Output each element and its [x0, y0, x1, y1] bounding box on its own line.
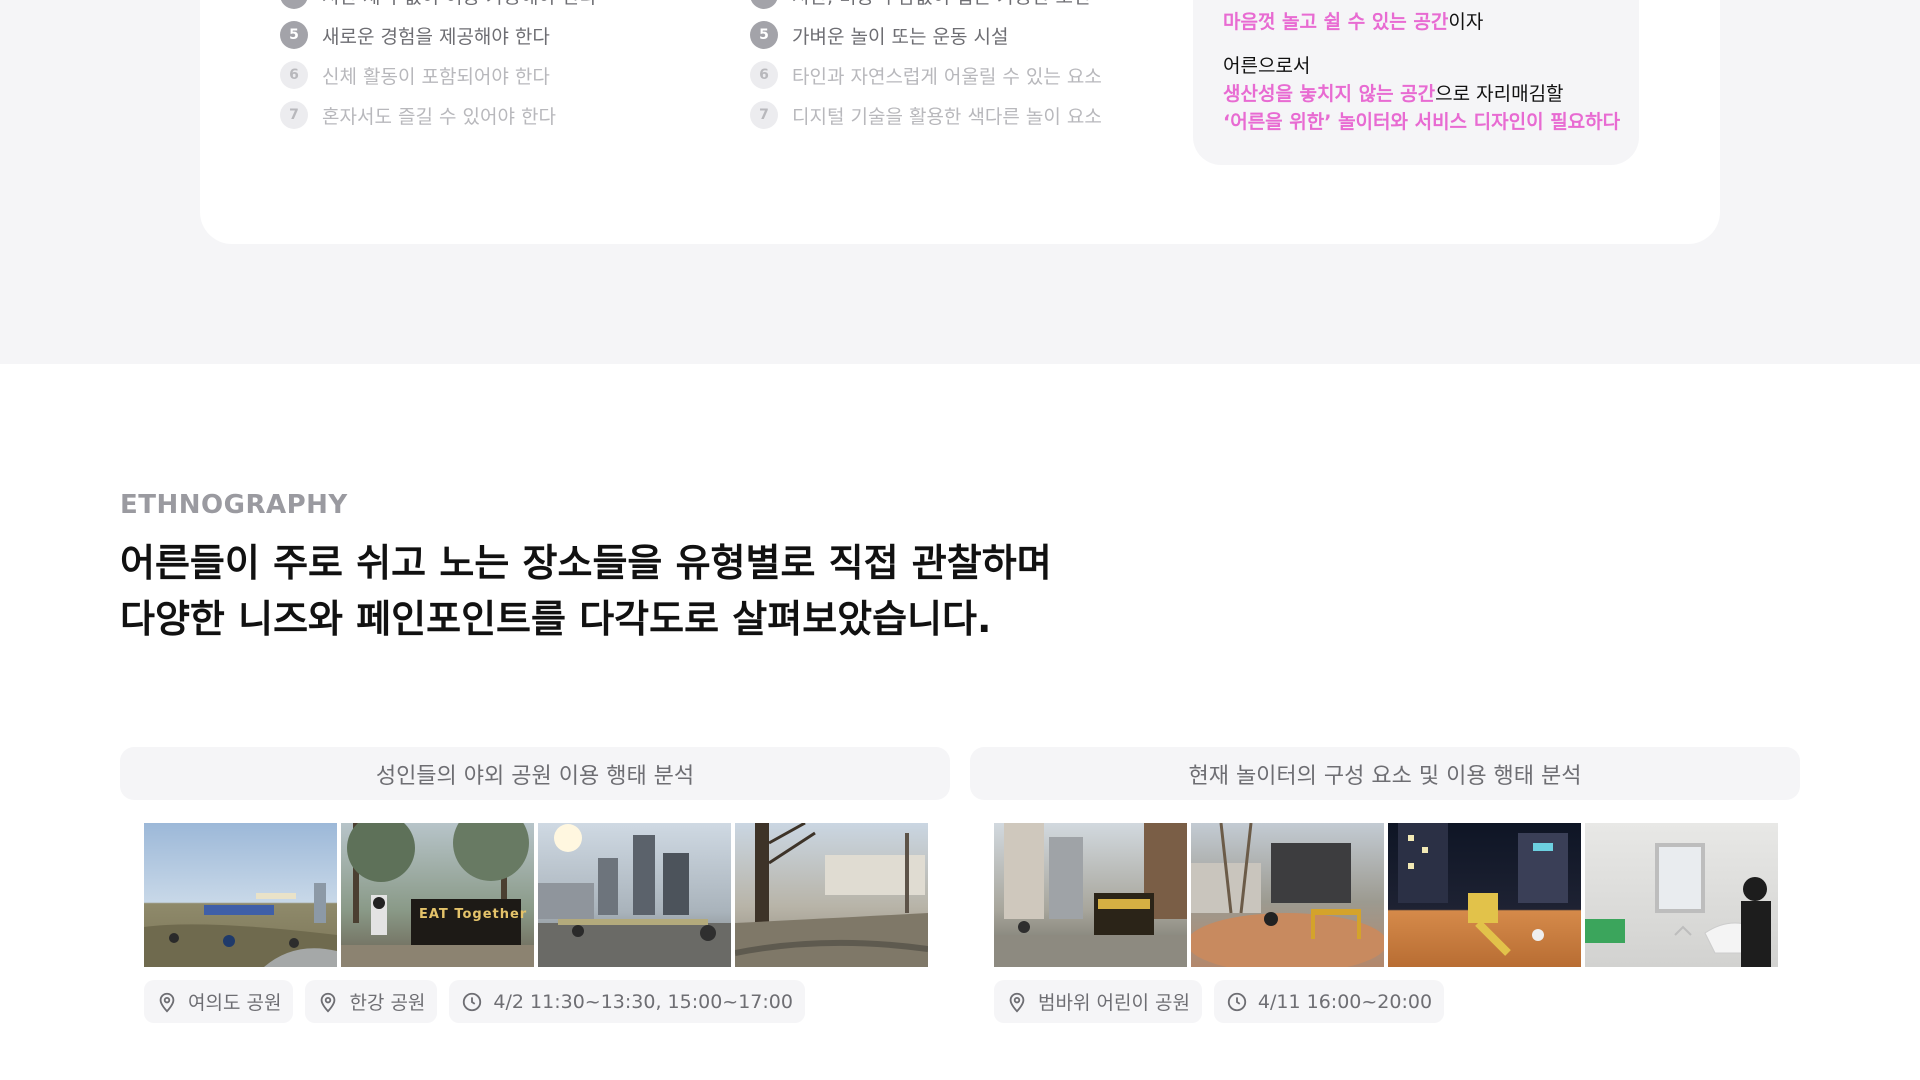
criteria-list-left: 4 시간 제약 없이 이용 가능해야 한다 5 새로운 경험을 제공해야 한다 … — [280, 0, 597, 135]
park-photo-2: EAT Together — [341, 823, 534, 967]
park-photo-4 — [735, 823, 928, 967]
list-text: 가벼운 놀이 또는 운동 시설 — [792, 25, 1009, 48]
summary-highlight: 생산성을 놓치지 않는 공간 — [1223, 83, 1436, 105]
criteria-card: 4 시간 제약 없이 이용 가능해야 한다 5 새로운 경험을 제공해야 한다 … — [200, 0, 1720, 244]
list-text: 타인과 자연스럽게 어울릴 수 있는 요소 — [792, 65, 1102, 88]
clock-icon — [463, 992, 482, 1011]
list-item: 6 신체 활동이 포함되어야 한다 — [280, 55, 597, 95]
summary-text: 으로 자리매김할 — [1435, 83, 1564, 105]
list-number: 7 — [750, 101, 778, 129]
tag-label: 한강 공원 — [349, 992, 426, 1014]
clock-icon — [1227, 992, 1247, 1011]
list-text: 새로운 경험을 제공해야 한다 — [322, 25, 550, 48]
list-text: 디지털 기술을 활용한 색다른 놀이 요소 — [792, 105, 1102, 128]
park-photo-3 — [538, 823, 731, 967]
summary-line-2: 어른으로서 — [1223, 55, 1311, 77]
summary-text: 이자 — [1448, 11, 1484, 33]
headline-line-1: 어른들이 주로 쉬고 노는 장소들을 유형별로 직접 관찰하며 — [120, 541, 1052, 585]
panel-title: 성인들의 야외 공원 이용 행태 분석 — [120, 747, 950, 800]
list-number: 5 — [280, 21, 308, 49]
criteria-list-right: 4 시간, 비용 부담없이 접근 가능한 조건 5 가벼운 놀이 또는 운동 시… — [750, 0, 1102, 135]
headline-line-2: 다양한 니즈와 페인포인트를 다각도로 살펴보았습니다. — [120, 597, 992, 641]
tag-label: 4/2 11:30~13:30, 15:00~17:00 — [493, 990, 793, 1013]
tag-label: 4/11 16:00~20:00 — [1257, 990, 1433, 1013]
photo-strip: EAT Together — [144, 823, 928, 967]
playground-photo-4 — [1585, 823, 1778, 967]
section-eyebrow: ETHNOGRAPHY — [120, 490, 348, 520]
tag-row: 범바위 어린이 공원 4/11 16:00~20:00 — [994, 980, 1445, 1023]
tag-label: 여의도 공원 — [188, 992, 282, 1014]
time-tag: 4/2 11:30~13:30, 15:00~17:00 — [449, 980, 805, 1023]
park-photo-1 — [144, 823, 337, 967]
playground-photo-1 — [994, 823, 1187, 967]
criteria-section: 4 시간 제약 없이 이용 가능해야 한다 5 새로운 경험을 제공해야 한다 … — [0, 0, 1920, 364]
list-number: 7 — [280, 101, 308, 129]
location-tag: 범바위 어린이 공원 — [994, 980, 1202, 1023]
photo-sign-text: EAT Together — [419, 907, 528, 922]
location-pin-icon — [1009, 992, 1025, 1012]
list-item: 7 디지털 기술을 활용한 색다른 놀이 요소 — [750, 95, 1102, 135]
playground-photo-2 — [1191, 823, 1384, 967]
playground-photo-3 — [1388, 823, 1581, 967]
location-pin-icon — [321, 992, 336, 1012]
summary-line-1: 마음껏 놀고 쉴 수 있는 공간이자 — [1223, 8, 1483, 36]
panel-title: 현재 놀이터의 구성 요소 및 이용 행태 분석 — [970, 747, 1800, 800]
list-item: 7 혼자서도 즐길 수 있어야 한다 — [280, 95, 597, 135]
summary-line-3: 생산성을 놓치지 않는 공간으로 자리매김할 — [1223, 80, 1564, 108]
time-tag: 4/11 16:00~20:00 — [1213, 980, 1445, 1023]
tag-label: 범바위 어린이 공원 — [1038, 992, 1190, 1014]
park-analysis-panel: 성인들의 야외 공원 이용 행태 분석 EAT Together 여의도 공원 … — [120, 747, 950, 1023]
summary-box: 마음껏 놀고 쉴 수 있는 공간이자 어른으로서 생산성을 놓치지 않는 공간으… — [1193, 0, 1639, 165]
location-pin-icon — [159, 992, 175, 1012]
location-tag: 여의도 공원 — [144, 980, 294, 1023]
list-number: 5 — [750, 21, 778, 49]
list-item: 6 타인과 자연스럽게 어울릴 수 있는 요소 — [750, 55, 1102, 95]
list-text: 시간, 비용 부담없이 접근 가능한 조건 — [792, 0, 1090, 9]
summary-line-4: ‘어른을 위한’ 놀이터와 서비스 디자인이 필요하다 — [1223, 111, 1621, 133]
tag-row: 여의도 공원 한강 공원 4/2 11:30~13:30, 15:00~17:0… — [144, 980, 805, 1023]
summary-highlight: 마음껏 놀고 쉴 수 있는 공간 — [1223, 11, 1449, 33]
list-item: 5 새로운 경험을 제공해야 한다 — [280, 15, 597, 55]
list-item: 4 시간 제약 없이 이용 가능해야 한다 — [280, 0, 597, 15]
list-number: 4 — [750, 0, 778, 9]
location-tag: 한강 공원 — [305, 980, 438, 1023]
list-number: 6 — [280, 61, 308, 89]
list-text: 신체 활동이 포함되어야 한다 — [322, 65, 550, 88]
playground-analysis-panel: 현재 놀이터의 구성 요소 및 이용 행태 분석 범바위 어린이 공원 4/11… — [970, 747, 1800, 1023]
photo-strip — [994, 823, 1778, 967]
list-number: 4 — [280, 0, 308, 9]
list-item: 5 가벼운 놀이 또는 운동 시설 — [750, 15, 1102, 55]
section-headline: 어른들이 주로 쉬고 노는 장소들을 유형별로 직접 관찰하며 다양한 니즈와 … — [120, 535, 1052, 647]
list-text: 혼자서도 즐길 수 있어야 한다 — [322, 105, 556, 128]
list-number: 6 — [750, 61, 778, 89]
list-item: 4 시간, 비용 부담없이 접근 가능한 조건 — [750, 0, 1102, 15]
list-text: 시간 제약 없이 이용 가능해야 한다 — [322, 0, 597, 9]
